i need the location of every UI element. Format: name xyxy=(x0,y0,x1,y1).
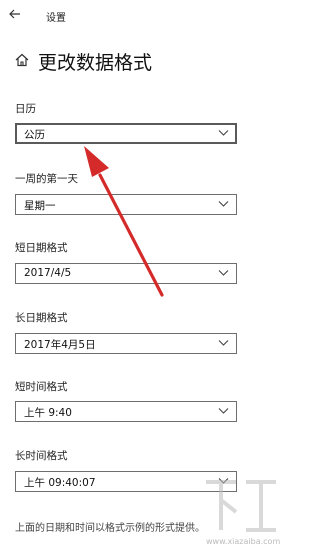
long-time-value: 上午 09:40:07 xyxy=(24,477,96,489)
long-time-dropdown[interactable]: 上午 09:40:07 xyxy=(15,471,237,492)
short-time-value: 上午 9:40 xyxy=(24,407,72,419)
short-date-dropdown[interactable]: 2017/4/5 xyxy=(15,263,237,284)
chevron-down-icon xyxy=(218,201,229,207)
short-time-label: 短时间格式 xyxy=(15,381,68,393)
chevron-down-icon xyxy=(218,478,229,484)
back-button[interactable] xyxy=(6,6,24,22)
first-day-of-week-value: 星期一 xyxy=(24,200,56,212)
home-icon xyxy=(15,53,29,67)
calendar-label: 日历 xyxy=(15,103,36,115)
long-time-label: 长时间格式 xyxy=(15,450,68,462)
app-title: 设置 xyxy=(46,13,66,24)
short-date-label: 短日期格式 xyxy=(15,242,68,254)
calendar-value: 公历 xyxy=(24,129,45,141)
long-date-label: 长日期格式 xyxy=(15,312,68,324)
long-date-dropdown[interactable]: 2017年4月5日 xyxy=(15,333,237,354)
home-button[interactable] xyxy=(14,52,30,68)
title-bar: 设置 xyxy=(0,0,283,30)
chevron-down-icon xyxy=(218,270,229,276)
settings-page: 设置 更改数据格式 日历 公历 一周的第一天 星期一 短日期格式 2017/4/… xyxy=(0,0,283,548)
short-date-value: 2017/4/5 xyxy=(24,267,72,279)
chevron-down-icon xyxy=(218,130,229,136)
format-example-note: 上面的日期和时间以格式示例的形式提供。 xyxy=(15,523,205,534)
back-arrow-icon xyxy=(9,9,20,19)
chevron-down-icon xyxy=(218,408,229,414)
first-day-of-week-label: 一周的第一天 xyxy=(15,173,78,185)
first-day-of-week-dropdown[interactable]: 星期一 xyxy=(15,194,237,215)
page-title: 更改数据格式 xyxy=(38,52,153,74)
chevron-down-icon xyxy=(218,340,229,346)
watermark-url: www.xiazaiba.com xyxy=(206,537,281,546)
calendar-dropdown[interactable]: 公历 xyxy=(15,123,237,144)
short-time-dropdown[interactable]: 上午 9:40 xyxy=(15,401,237,422)
long-date-value: 2017年4月5日 xyxy=(24,339,96,351)
